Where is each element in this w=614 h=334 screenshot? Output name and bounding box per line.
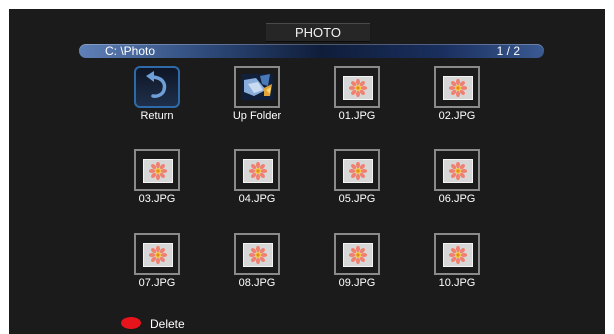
file-thumbnail-03[interactable]: [134, 149, 180, 191]
up-folder-thumbnail[interactable]: [234, 66, 280, 108]
photo-thumbnail-icon: [343, 243, 373, 267]
file-tile-08[interactable]: 08.JPG: [222, 233, 292, 289]
file-label-02: 02.JPG: [438, 110, 476, 122]
photo-browser-screen: PHOTO C: \Photo 1 / 2 Return Up Folder 0…: [9, 9, 605, 334]
file-thumbnail-01[interactable]: [334, 66, 380, 108]
file-tile-04[interactable]: 04.JPG: [222, 149, 292, 205]
return-arrow-icon: [146, 71, 167, 98]
file-label-09: 09.JPG: [338, 277, 376, 289]
file-tile-07[interactable]: 07.JPG: [122, 233, 192, 289]
file-label-08: 08.JPG: [238, 277, 276, 289]
file-label-10: 10.JPG: [438, 277, 476, 289]
return-label: Return: [140, 110, 174, 122]
file-thumbnail-05[interactable]: [334, 149, 380, 191]
up-folder-label: Up Folder: [232, 110, 282, 122]
return-thumbnail[interactable]: [134, 66, 180, 108]
photo-thumbnail-icon: [143, 243, 173, 267]
file-tile-03[interactable]: 03.JPG: [122, 149, 192, 205]
photo-thumbnail-icon: [443, 243, 473, 267]
file-thumbnail-06[interactable]: [434, 149, 480, 191]
file-tile-10[interactable]: 10.JPG: [422, 233, 492, 289]
file-thumbnail-09[interactable]: [334, 233, 380, 275]
page-title: PHOTO: [266, 23, 370, 42]
page-indicator: 1 / 2: [496, 44, 520, 58]
file-label-07: 07.JPG: [138, 277, 176, 289]
up-folder-tile[interactable]: Up Folder: [222, 66, 292, 122]
photo-thumbnail-icon: [343, 76, 373, 100]
file-tile-05[interactable]: 05.JPG: [322, 149, 392, 205]
photo-thumbnail-icon: [143, 159, 173, 183]
file-label-05: 05.JPG: [338, 193, 376, 205]
file-label-03: 03.JPG: [138, 193, 176, 205]
file-tile-09[interactable]: 09.JPG: [322, 233, 392, 289]
file-thumbnail-07[interactable]: [134, 233, 180, 275]
current-path: C: \Photo: [105, 44, 156, 58]
up-folder-icon: [241, 74, 273, 100]
photo-thumbnail-icon: [443, 159, 473, 183]
photo-thumbnail-icon: [443, 76, 473, 100]
file-label-01: 01.JPG: [338, 110, 376, 122]
file-thumbnail-04[interactable]: [234, 149, 280, 191]
photo-thumbnail-icon: [343, 159, 373, 183]
red-button-icon[interactable]: [121, 317, 141, 329]
return-tile[interactable]: Return: [122, 66, 192, 122]
file-label-06: 06.JPG: [438, 193, 476, 205]
file-label-04: 04.JPG: [238, 193, 276, 205]
file-tile-01[interactable]: 01.JPG: [322, 66, 392, 122]
delete-hint-label: Delete: [150, 317, 185, 331]
photo-thumbnail-icon: [243, 159, 273, 183]
file-tile-02[interactable]: 02.JPG: [422, 66, 492, 122]
file-thumbnail-10[interactable]: [434, 233, 480, 275]
path-bar: C: \Photo 1 / 2: [79, 44, 544, 58]
file-thumbnail-02[interactable]: [434, 66, 480, 108]
file-tile-06[interactable]: 06.JPG: [422, 149, 492, 205]
photo-thumbnail-icon: [243, 243, 273, 267]
file-thumbnail-08[interactable]: [234, 233, 280, 275]
